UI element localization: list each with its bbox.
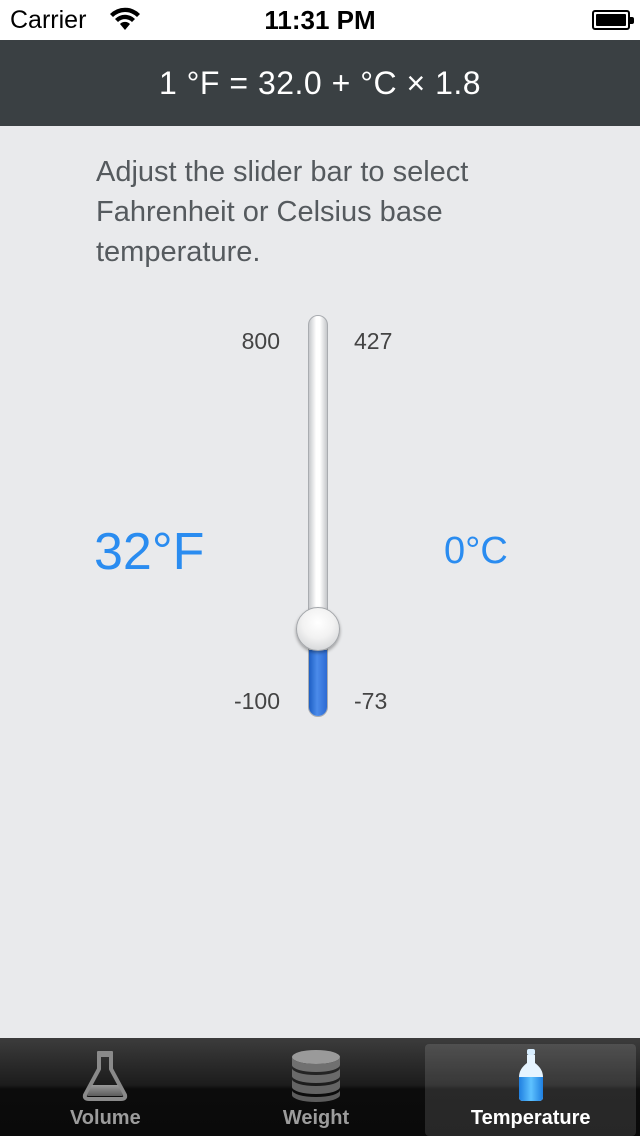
status-time: 11:31 PM: [264, 5, 376, 35]
tab-volume[interactable]: Volume: [0, 1038, 211, 1136]
fahrenheit-max-label: 800: [241, 328, 280, 354]
formula-header: 1 °F = 32.0 + °C × 1.8: [0, 40, 640, 126]
celsius-max-label: 427: [354, 328, 393, 354]
thermometer-bottle-icon: [518, 1049, 543, 1101]
temperature-slider-fill: [309, 649, 327, 716]
tab-volume-label: Volume: [69, 1107, 141, 1129]
tab-temperature[interactable]: Temperature: [425, 1044, 637, 1136]
temperature-slider-thumb[interactable]: [296, 606, 340, 651]
temperature-slider-track[interactable]: [308, 315, 328, 717]
celsius-value: 0°C: [444, 530, 508, 572]
tab-bar: Volume Weight Temperature: [0, 1038, 640, 1136]
flask-icon: [83, 1051, 128, 1101]
status-bar: Carrier 11:31 PM: [0, 0, 640, 40]
formula-text: 1 °F = 32.0 + °C × 1.8: [158, 64, 482, 101]
weight-stack-icon: [292, 1050, 340, 1102]
celsius-min-label: -73: [354, 688, 388, 714]
tab-temperature-label: Temperature: [470, 1107, 591, 1129]
instructions-text: Adjust the slider bar to select Fahrenhe…: [96, 156, 469, 268]
fahrenheit-min-label: -100: [233, 688, 280, 714]
fahrenheit-value: 32°F: [94, 523, 205, 581]
battery-icon: [592, 10, 634, 30]
tab-weight[interactable]: Weight: [211, 1038, 422, 1136]
tab-weight-label: Weight: [282, 1107, 350, 1129]
